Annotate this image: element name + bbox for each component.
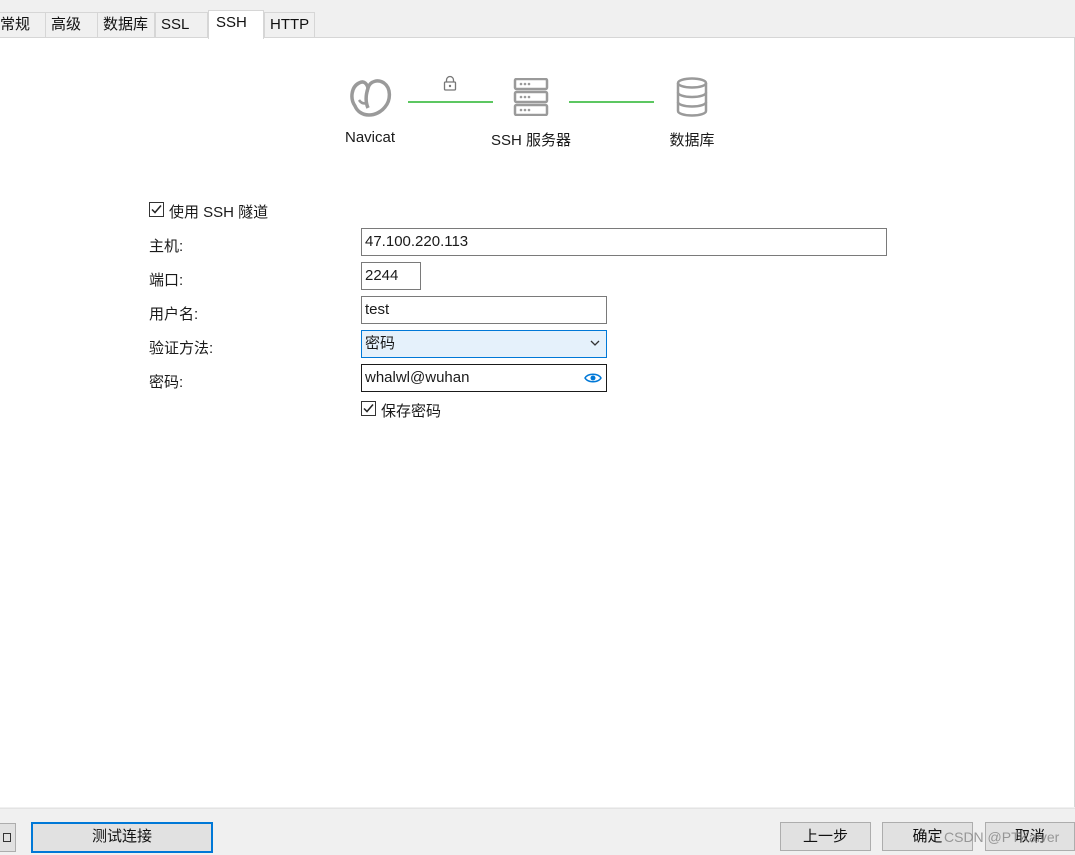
navicat-ssh-link — [408, 101, 493, 103]
host-input[interactable]: 47.100.220.113 — [361, 228, 887, 256]
database-icon — [675, 77, 709, 121]
use-ssh-label: 使用 SSH 隧道 — [169, 204, 269, 221]
username-input[interactable]: test — [361, 296, 607, 324]
tab-general[interactable]: 常规 — [0, 12, 46, 38]
tab-label: 常规 — [0, 16, 31, 33]
watermark: CSDN @PTKaiver — [944, 829, 1060, 845]
checkmark-icon — [151, 205, 162, 214]
auth-method-label: 验证方法: — [149, 340, 214, 357]
test-connection-button[interactable]: 测试连接 — [31, 822, 213, 853]
ssh-server-label: SSH 服务器 — [490, 132, 571, 149]
password-label: 密码: — [149, 374, 184, 391]
navicat-label: Navicat — [344, 129, 396, 146]
panel-toggle-icon — [3, 833, 11, 842]
auth-method-select[interactable]: 密码 — [361, 330, 607, 358]
footer-bar: 测试连接 上一步 确定 取消 — [0, 808, 1075, 855]
auth-method-value: 密码 — [365, 335, 396, 352]
tab-ssl[interactable]: SSL — [155, 12, 208, 38]
tab-advanced[interactable]: 高级 — [45, 12, 98, 38]
tab-ssh[interactable]: SSH — [208, 10, 264, 39]
password-value: whalwl@wuhan — [365, 369, 470, 386]
port-input[interactable]: 2244 — [361, 262, 421, 290]
ssh-settings-panel: Navicat SSH 服务器 数据库 使用 SSH 隧道 主机: 47.100… — [0, 37, 1075, 807]
ssh-server-icon — [513, 77, 549, 120]
username-label: 用户名: — [149, 306, 199, 323]
tab-bar: 常规 高级 数据库 SSL SSH HTTP — [0, 0, 1075, 39]
panel-toggle-button[interactable] — [0, 823, 16, 852]
eye-icon[interactable] — [584, 365, 602, 400]
tab-http[interactable]: HTTP — [264, 12, 315, 38]
tab-label: SSH — [216, 14, 247, 31]
chevron-down-icon — [589, 331, 601, 366]
database-label: 数据库 — [669, 132, 715, 149]
password-input[interactable]: whalwl@wuhan — [361, 364, 607, 392]
use-ssh-checkbox[interactable] — [149, 202, 164, 217]
port-label: 端口: — [149, 272, 184, 289]
tab-label: HTTP — [270, 16, 310, 33]
lock-icon — [442, 75, 458, 95]
checkmark-icon — [363, 404, 374, 413]
previous-button[interactable]: 上一步 — [780, 822, 871, 851]
tab-label: SSL — [161, 16, 190, 33]
ssh-db-link — [569, 101, 654, 103]
save-password-label: 保存密码 — [381, 403, 442, 420]
tab-database[interactable]: 数据库 — [97, 12, 155, 38]
tab-label: 高级 — [51, 16, 82, 33]
save-password-checkbox[interactable] — [361, 401, 376, 416]
tab-label: 数据库 — [103, 16, 149, 33]
host-label: 主机: — [149, 238, 184, 255]
navicat-logo-icon — [347, 75, 393, 125]
